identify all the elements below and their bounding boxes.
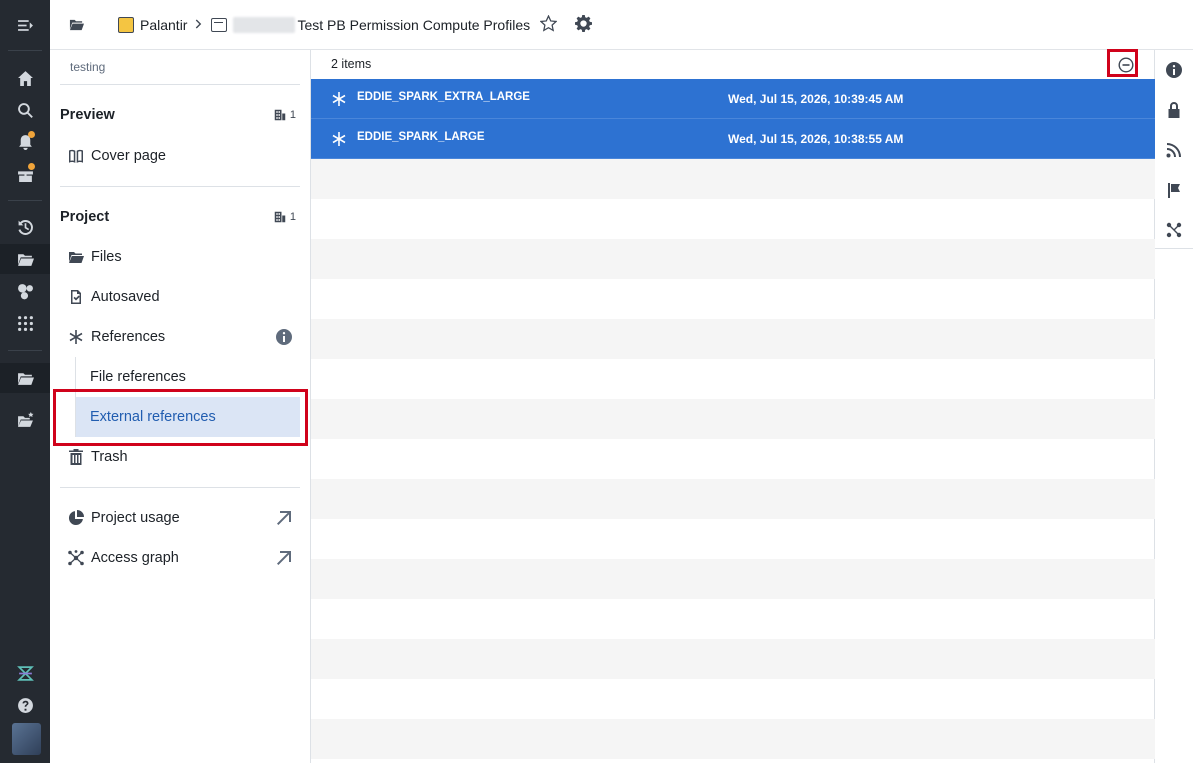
arrow-top-right-icon: [276, 510, 292, 526]
empty-row: [311, 199, 1155, 239]
notification-dot: [28, 131, 35, 138]
sidebar-item-label: Trash: [91, 449, 128, 465]
folder-open-icon[interactable]: [66, 15, 86, 35]
sidebar-link-project-usage[interactable]: Project usage: [60, 498, 300, 538]
divider: [1155, 248, 1193, 249]
sidebar-item-references[interactable]: References: [60, 317, 300, 357]
gift-icon[interactable]: [0, 159, 50, 189]
sidebar-hint: testing: [70, 60, 106, 74]
expand-menu-icon[interactable]: [0, 10, 50, 40]
space-icon: [118, 16, 134, 33]
book-icon: [67, 148, 84, 165]
workshop-icon[interactable]: [0, 276, 50, 306]
empty-row: [311, 239, 1155, 279]
table-row[interactable]: EDDIE_SPARK_EXTRA_LARGE Wed, Jul 15, 202…: [311, 79, 1155, 119]
empty-row: [311, 399, 1155, 439]
asterisk-icon: [331, 131, 347, 147]
sidebar-item-label: Cover page: [91, 148, 166, 164]
info-icon[interactable]: [1155, 50, 1193, 90]
empty-row: [311, 599, 1155, 639]
table-row[interactable]: EDDIE_SPARK_LARGE Wed, Jul 15, 2026, 10:…: [311, 119, 1155, 159]
highlight-box: [1107, 49, 1138, 77]
palantir-logo-icon[interactable]: [0, 658, 50, 688]
preview-count: 1: [274, 109, 296, 121]
project-count: 1: [274, 211, 296, 223]
top-bar: Palantir Test PB Permission Compute Prof…: [50, 0, 1193, 50]
sidebar-item-label: Autosaved: [91, 289, 160, 305]
row-name: EDDIE_SPARK_EXTRA_LARGE: [357, 91, 530, 103]
redacted-text: [233, 16, 296, 33]
search-icon[interactable]: [0, 95, 50, 125]
info-icon[interactable]: [276, 329, 292, 345]
sidebar-item-label: Project usage: [91, 510, 180, 526]
project-folder-icon[interactable]: [0, 363, 50, 393]
autosave-document-icon: [67, 289, 84, 306]
preview-section-title: Preview: [60, 107, 115, 123]
details-rail: [1155, 50, 1193, 763]
project-icon: [211, 17, 228, 32]
lineage-icon[interactable]: [1155, 210, 1193, 250]
references-list: 2 items EDDIE_SPARK_EXTRA_LARGE Wed, Jul…: [310, 49, 1155, 763]
sidebar-item-label: References: [91, 329, 166, 345]
history-icon[interactable]: [0, 212, 50, 242]
empty-row: [311, 319, 1155, 359]
sidebar-item-trash[interactable]: Trash: [60, 437, 300, 477]
table-body: EDDIE_SPARK_EXTRA_LARGE Wed, Jul 15, 202…: [311, 79, 1155, 759]
folder-icon: [67, 249, 84, 266]
project-section-title: Project: [60, 209, 110, 225]
star-icon[interactable]: [539, 14, 558, 35]
building-icon: [274, 109, 286, 121]
breadcrumb-root[interactable]: Palantir: [140, 17, 187, 33]
trash-icon: [67, 449, 84, 466]
lock-icon[interactable]: [1155, 90, 1193, 130]
help-icon[interactable]: [0, 690, 50, 720]
sidebar-item-files[interactable]: Files: [60, 237, 300, 277]
graph-icon: [67, 550, 84, 567]
starred-folder-icon[interactable]: [0, 405, 50, 435]
sidebar-link-access-graph[interactable]: Access graph: [60, 538, 300, 578]
rss-feed-icon[interactable]: [1155, 130, 1193, 170]
empty-row: [311, 519, 1155, 559]
empty-row: [311, 359, 1155, 399]
row-date: Wed, Jul 15, 2026, 10:38:55 AM: [728, 132, 904, 146]
row-date: Wed, Jul 15, 2026, 10:39:45 AM: [728, 92, 904, 106]
update-dot: [28, 163, 35, 170]
notifications-icon[interactable]: [0, 127, 50, 157]
item-count: 2 items: [331, 57, 372, 71]
empty-row: [311, 679, 1155, 719]
sidebar-item-label: Files: [91, 249, 122, 265]
flag-icon[interactable]: [1155, 170, 1193, 210]
sidebar-item-cover-page[interactable]: Cover page: [60, 136, 300, 176]
empty-row: [311, 159, 1155, 199]
empty-row: [311, 439, 1155, 479]
files-icon[interactable]: [0, 244, 50, 274]
row-name: EDDIE_SPARK_LARGE: [357, 131, 485, 143]
project-title: Test PB Permission Compute Profiles: [297, 16, 531, 33]
app-rail: [0, 0, 50, 763]
user-avatar[interactable]: [12, 723, 41, 755]
apps-grid-icon[interactable]: [0, 308, 50, 338]
sidebar-item-label: Access graph: [91, 550, 179, 566]
asterisk-icon: [67, 329, 84, 346]
asterisk-icon: [331, 91, 347, 107]
empty-row: [311, 279, 1155, 319]
project-sidebar: testing Preview 1 Cover page Project 1 F…: [50, 50, 310, 763]
empty-row: [311, 559, 1155, 599]
settings-gear-icon[interactable]: [575, 14, 593, 35]
empty-row: [311, 479, 1155, 519]
building-icon: [274, 211, 286, 223]
empty-row: [311, 719, 1155, 759]
arrow-top-right-icon: [276, 550, 292, 566]
home-icon[interactable]: [0, 63, 50, 93]
empty-row: [311, 639, 1155, 679]
chevron-right-icon: [193, 17, 205, 33]
pie-chart-icon: [67, 510, 84, 527]
sidebar-item-autosaved[interactable]: Autosaved: [60, 277, 300, 317]
